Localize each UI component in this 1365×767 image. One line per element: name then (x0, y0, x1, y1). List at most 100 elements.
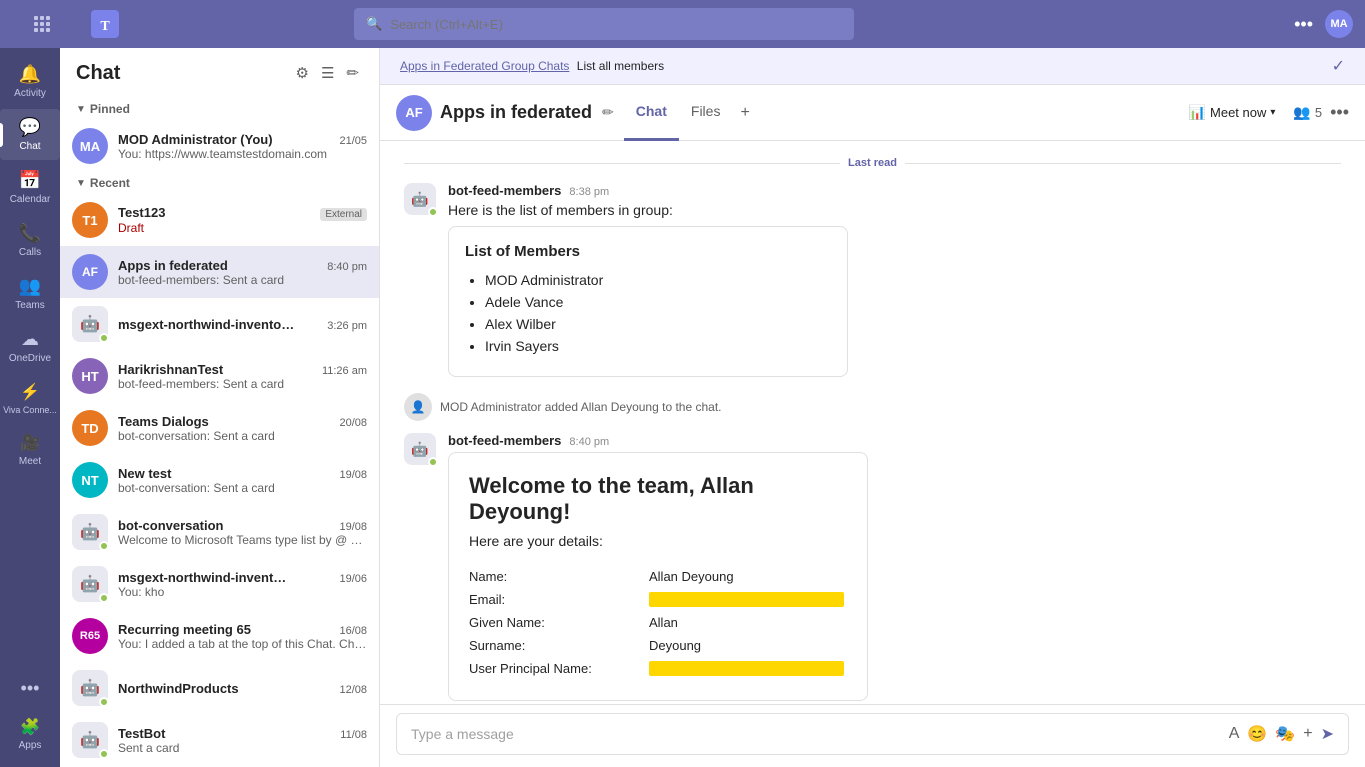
sidebar-item-teams[interactable]: 👥 Teams (0, 268, 60, 319)
new-chat-button[interactable]: ✏ (342, 60, 363, 86)
list-item[interactable]: AF Apps in federated 8:40 pm bot-feed-me… (60, 246, 379, 298)
msg-sender: bot-feed-members (448, 433, 561, 448)
chat-sidebar: Chat ⚙ ☰ ✏ ▼ Pinned MA MOD Administrator… (60, 48, 380, 767)
sidebar-item-apps[interactable]: 🧩 Apps (0, 709, 60, 759)
sidebar-item-onedrive[interactable]: ☁ OneDrive (0, 321, 60, 372)
list-item[interactable]: MA MOD Administrator (You) 21/05 You: ht… (60, 120, 379, 172)
list-item[interactable]: NT New test 19/08 bot-conversation: Sent… (60, 454, 379, 506)
list-item[interactable]: 🤖 TestBot 11/08 Sent a card (60, 714, 379, 766)
chat-preview: You: https://www.teamstestdomain.com (118, 147, 367, 161)
chat-item-info: New test 19/08 bot-conversation: Sent a … (118, 466, 367, 495)
list-item[interactable]: 🤖 bot-conversation 19/08 Welcome to Micr… (60, 506, 379, 558)
notify-link[interactable]: Apps in Federated Group Chats (400, 59, 569, 73)
chat-icon: 💬 (19, 117, 41, 138)
sticker-button[interactable]: 🎭 (1275, 724, 1295, 744)
attach-button[interactable]: + (1303, 725, 1312, 743)
grid-dot (40, 22, 44, 26)
rail-label-onedrive: OneDrive (9, 353, 51, 364)
notify-text: List all members (577, 59, 664, 73)
meet-now-button[interactable]: 📊 Meet now ▾ (1179, 98, 1286, 127)
sidebar-item-calls[interactable]: 📞 Calls (0, 215, 60, 266)
chat-item-info: Apps in federated 8:40 pm bot-feed-membe… (118, 258, 367, 287)
member-item: Adele Vance (485, 294, 831, 310)
input-actions: A 😊 🎭 + ➤ (1229, 724, 1334, 744)
notify-content: Apps in Federated Group Chats List all m… (400, 59, 664, 73)
chat-time: 11/08 (340, 729, 367, 741)
avatar: HT (72, 358, 108, 394)
apps-icon: 🧩 (20, 717, 40, 737)
chat-list: ▼ Pinned MA MOD Administrator (You) 21/0… (60, 98, 379, 767)
chat-time: 16/08 (339, 625, 367, 637)
input-box[interactable]: Type a message A 😊 🎭 + ➤ (396, 713, 1349, 755)
more-options-button[interactable]: ••• (1294, 14, 1313, 35)
user-avatar[interactable]: MA (1325, 10, 1353, 38)
chat-name-row: MOD Administrator (You) 21/05 (118, 132, 367, 147)
recent-section-header[interactable]: ▼ Recent (60, 172, 379, 194)
teams-icon: 👥 (19, 276, 41, 297)
list-item[interactable]: 🤖 NorthwindProducts 12/08 (60, 662, 379, 714)
avatar: AF (72, 254, 108, 290)
filter-list-button[interactable]: ☰ (317, 60, 338, 86)
list-item[interactable]: 🤖 msgext-northwind-inventory-ac... 3:26 … (60, 298, 379, 350)
members-list: MOD Administrator Adele Vance Alex Wilbe… (465, 272, 831, 354)
last-read-line-left (404, 163, 840, 164)
search-icon: 🔍 (366, 16, 382, 32)
bot-avatar: 🤖 (72, 514, 108, 550)
list-item[interactable]: HT HarikrishnanTest 11:26 am bot-feed-me… (60, 350, 379, 402)
chat-name-row: Recurring meeting 65 16/08 (118, 622, 367, 637)
chat-name: Test123 (118, 205, 165, 220)
app-wrapper: 🔔 Activity 💬 Chat 📅 Calendar 📞 Calls 👥 T… (0, 48, 1365, 767)
chat-name-row: Apps in federated 8:40 pm (118, 258, 367, 273)
viva-icon: ⚡ (20, 382, 40, 402)
grid-dot (40, 16, 44, 20)
chat-name-row: TestBot 11/08 (118, 726, 367, 741)
participants-count: 5 (1315, 105, 1322, 120)
filter-button[interactable]: ⚙ (292, 60, 313, 86)
list-item[interactable]: T1 Test123 External Draft (60, 194, 379, 246)
app-grid-icon[interactable] (34, 16, 50, 32)
chat-item-info: HarikrishnanTest 11:26 am bot-feed-membe… (118, 362, 367, 391)
search-input[interactable] (390, 17, 842, 32)
grid-dot (46, 16, 50, 20)
sidebar-item-calendar[interactable]: 📅 Calendar (0, 162, 60, 213)
send-button[interactable]: ➤ (1321, 724, 1334, 744)
sidebar-item-meet[interactable]: 🎥 Meet (0, 425, 60, 475)
sidebar-item-chat[interactable]: 💬 Chat (0, 109, 60, 160)
list-item[interactable]: 🤖 msgext-northwind-inventory-csha... 19/… (60, 558, 379, 610)
rail-label-calendar: Calendar (10, 194, 51, 205)
sidebar-item-viva[interactable]: ⚡ Viva Conne... (0, 374, 60, 423)
tab-chat[interactable]: Chat (624, 85, 679, 141)
sidebar-item-more[interactable]: ••• (0, 670, 60, 707)
bot-avatar: 🤖 (72, 670, 108, 706)
edit-chat-name-button[interactable]: ✏ (600, 102, 616, 123)
chat-time: 19/06 (339, 573, 367, 585)
rail-label-activity: Activity (14, 88, 46, 99)
avatar: MA (72, 128, 108, 164)
welcome-fields: Name: Allan Deyoung Email: AllanD@M365-0… (469, 565, 847, 680)
sidebar-item-activity[interactable]: 🔔 Activity (0, 56, 60, 107)
member-item: MOD Administrator (485, 272, 831, 288)
chat-more-button[interactable]: ••• (1330, 102, 1349, 123)
welcome-card: Welcome to the team, Allan Deyoung! Here… (448, 452, 868, 701)
search-box[interactable]: 🔍 (354, 8, 854, 40)
chat-time: 19/08 (339, 469, 367, 481)
bot-status-dot (99, 333, 109, 343)
chat-name-row: Test123 External (118, 205, 367, 221)
list-item[interactable]: TD Teams Dialogs 20/08 bot-conversation:… (60, 402, 379, 454)
chat-name: New test (118, 466, 171, 481)
recent-chevron-icon: ▼ (76, 178, 86, 189)
last-read-line-right (905, 163, 1341, 164)
chat-name-row: msgext-northwind-inventory-ac... 3:26 pm (118, 317, 367, 332)
participants-button[interactable]: 👥 5 (1293, 104, 1322, 121)
bot-avatar: 🤖 (72, 306, 108, 342)
info-value: Allan (649, 615, 678, 630)
emoji-button[interactable]: 😊 (1247, 724, 1267, 744)
top-bar-logo-space (12, 16, 72, 32)
format-button[interactable]: A (1229, 725, 1240, 743)
tab-files[interactable]: Files (679, 85, 733, 141)
add-tab-button[interactable]: + (732, 85, 757, 141)
svg-text:T: T (100, 19, 110, 34)
meet-now-label: Meet now (1210, 105, 1266, 120)
pinned-section-header[interactable]: ▼ Pinned (60, 98, 379, 120)
list-item[interactable]: R65 Recurring meeting 65 16/08 You: I ad… (60, 610, 379, 662)
